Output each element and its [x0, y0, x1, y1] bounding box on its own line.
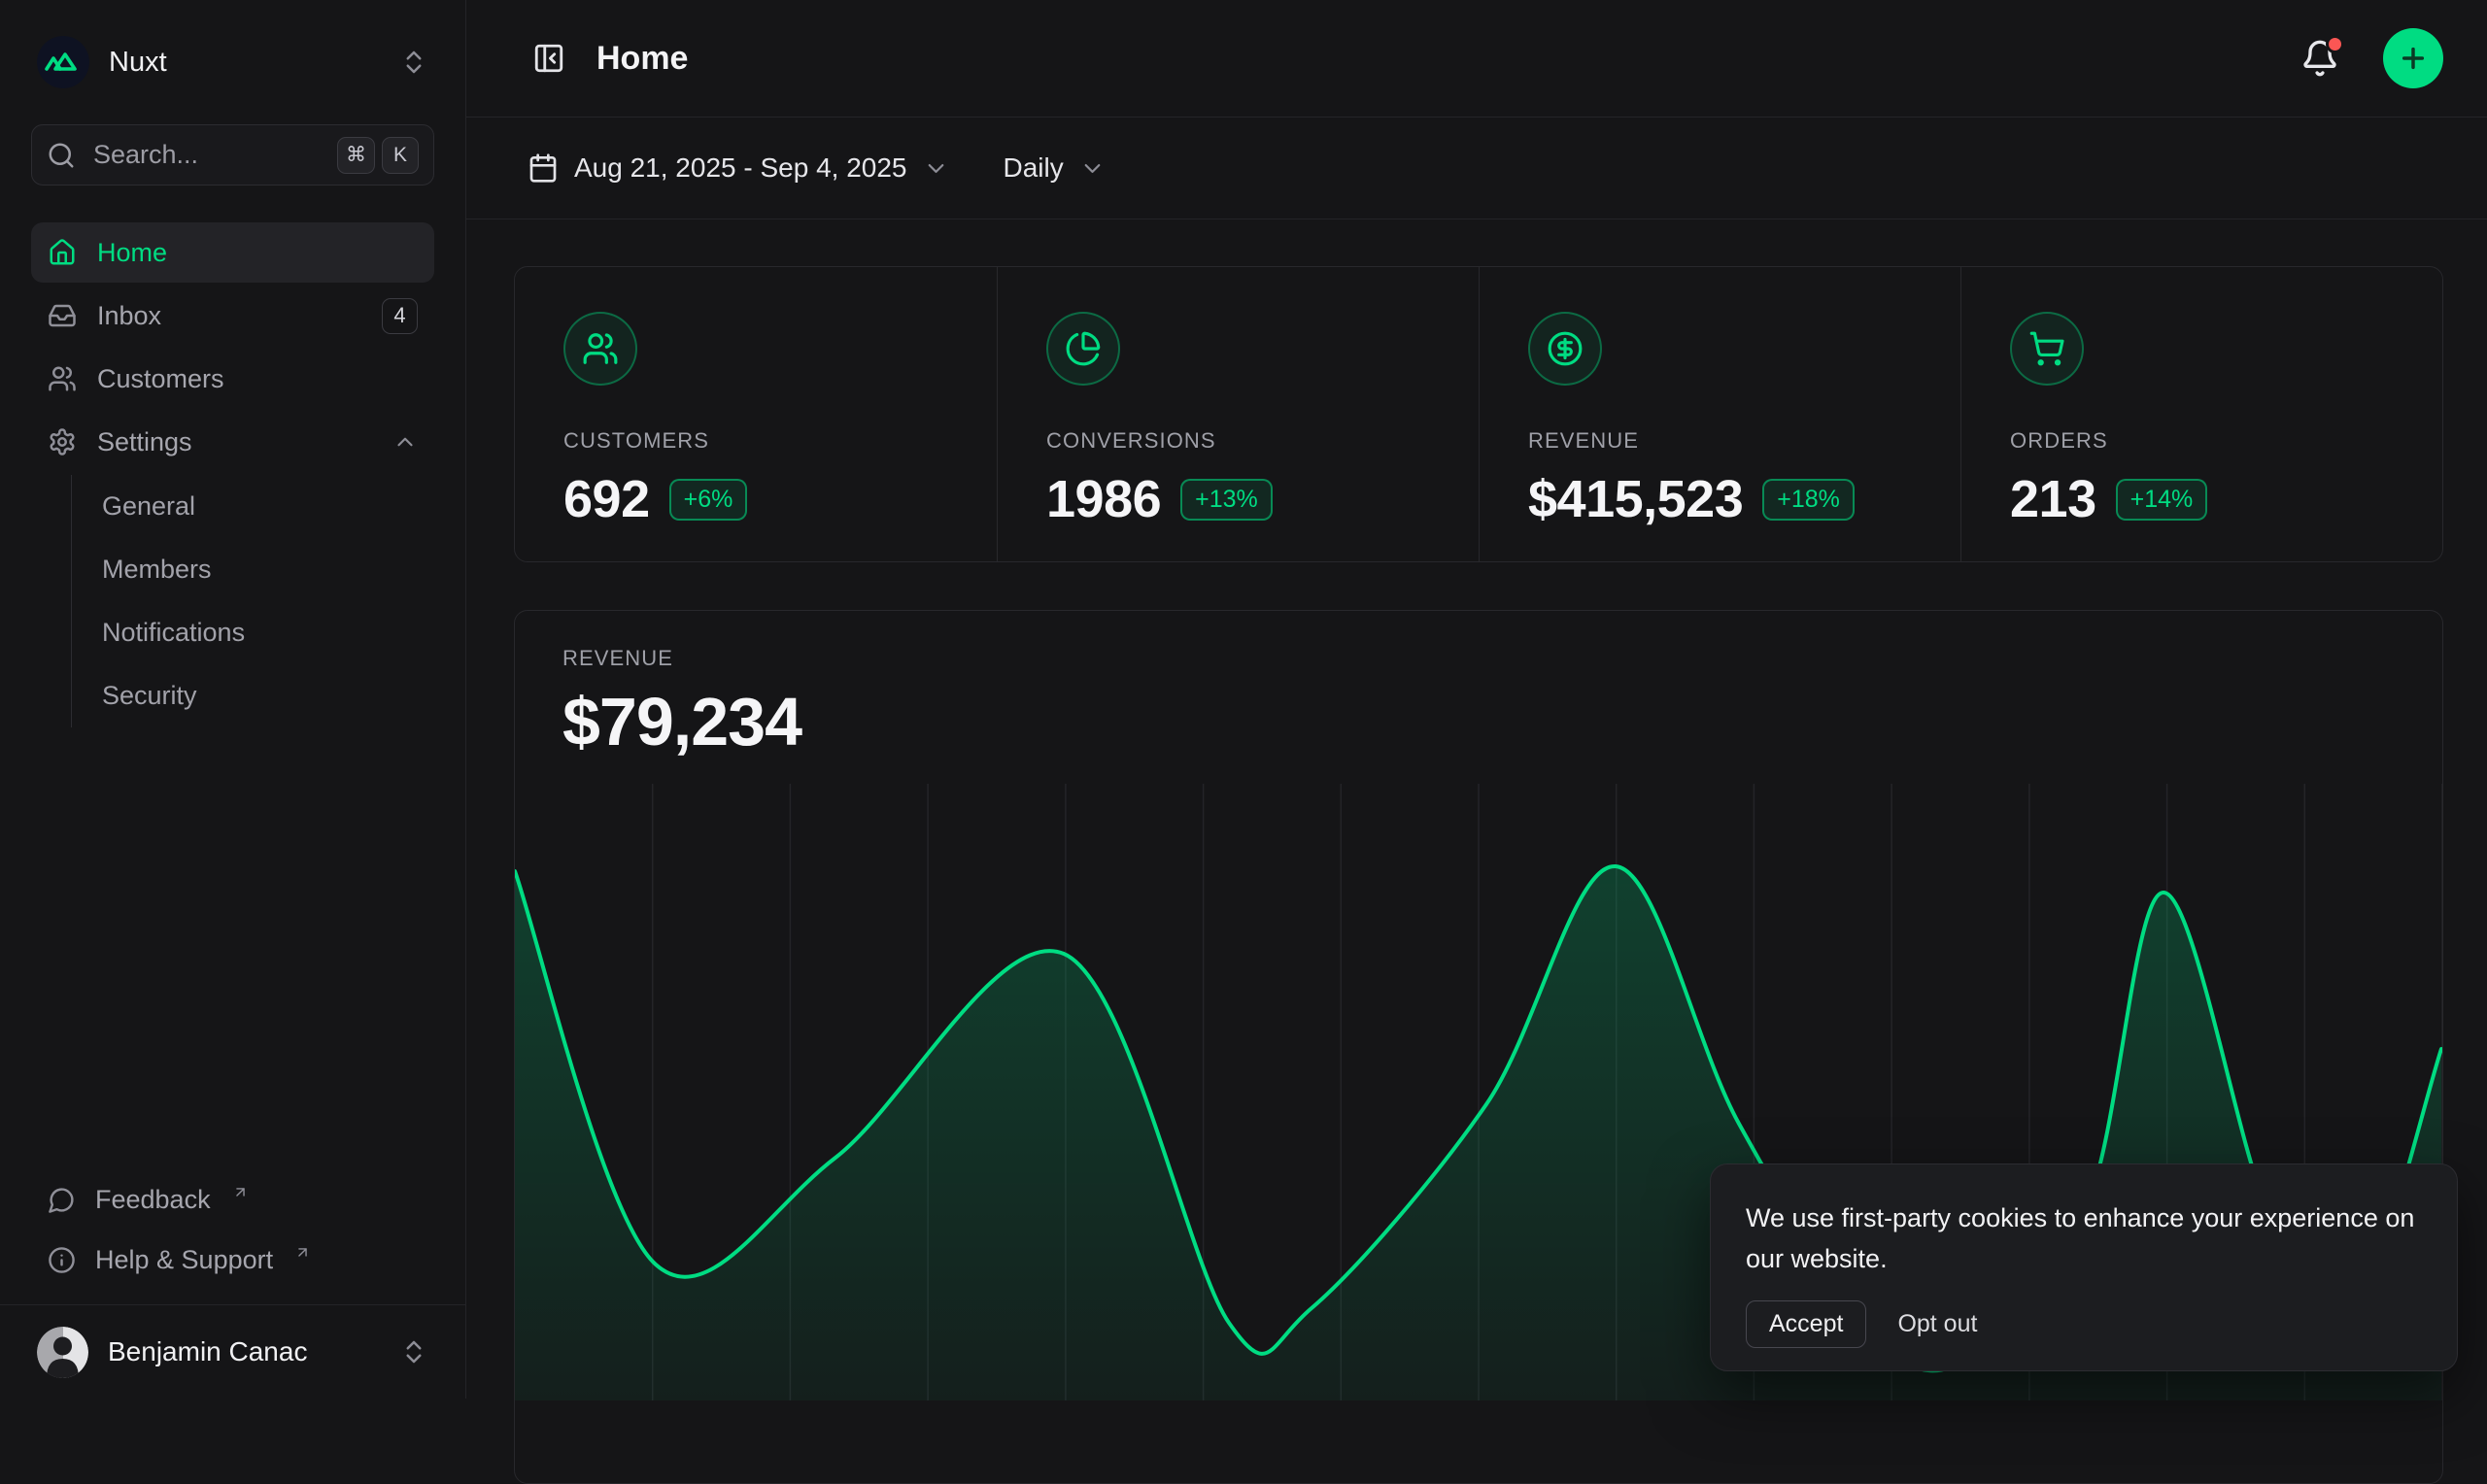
footer-link-label: Feedback	[95, 1185, 211, 1215]
chevron-down-icon	[923, 155, 949, 182]
footer-link-label: Help & Support	[95, 1245, 273, 1275]
cookie-message: We use first-party cookies to enhance yo…	[1746, 1197, 2422, 1279]
notifications-button[interactable]	[2298, 36, 2342, 81]
stat-delta-badge: +13%	[1180, 479, 1273, 521]
collapse-sidebar-button[interactable]	[528, 37, 570, 80]
header-actions	[2298, 28, 2443, 88]
sidebar-item-settings[interactable]: Settings	[31, 412, 434, 472]
search-placeholder: Search...	[93, 140, 320, 170]
sidebar-item-inbox[interactable]: Inbox 4	[31, 286, 434, 346]
interval-select[interactable]: Daily	[1004, 152, 1106, 184]
stat-icon-badge	[1046, 312, 1120, 386]
stat-value: 213	[2010, 469, 2096, 529]
revenue-chart-value: $79,234	[562, 683, 2442, 760]
sidebar: Nuxt Search... ⌘ K Home	[0, 0, 466, 1399]
panel-left-close-icon	[532, 42, 565, 75]
user-menu[interactable]: Benjamin Canac	[31, 1305, 434, 1399]
chevrons-up-down-icon	[399, 48, 428, 77]
arrow-up-right-icon	[294, 1244, 311, 1261]
stats-row: CUSTOMERS 692 +6% CONVERSIONS	[514, 266, 2443, 562]
stat-card-customers[interactable]: CUSTOMERS 692 +6%	[515, 267, 997, 561]
accept-cookies-button[interactable]: Accept	[1746, 1300, 1866, 1348]
revenue-chart-header: REVENUE $79,234	[515, 611, 2442, 760]
settings-sub-nav: General Members Notifications Security	[71, 475, 434, 727]
sub-item-label: Notifications	[102, 618, 245, 648]
sidebar-item-label: Settings	[97, 427, 192, 457]
sub-item-label: Security	[102, 681, 197, 711]
page-header: Home	[466, 0, 2487, 118]
stat-value: $415,523	[1528, 469, 1743, 529]
sidebar-item-security[interactable]: Security	[102, 664, 434, 727]
stat-icon-badge	[1528, 312, 1602, 386]
users-icon	[48, 364, 77, 393]
message-circle-icon	[48, 1186, 76, 1214]
gear-icon	[48, 427, 77, 456]
chevron-down-icon	[1079, 155, 1106, 182]
stat-card-conversions[interactable]: CONVERSIONS 1986 +13%	[997, 267, 1479, 561]
stat-delta-badge: +6%	[669, 479, 748, 521]
info-icon	[48, 1246, 76, 1274]
cookie-banner: We use first-party cookies to enhance yo…	[1710, 1164, 2458, 1371]
feedback-link[interactable]: Feedback	[31, 1172, 434, 1227]
stat-label: CONVERSIONS	[1046, 428, 1459, 454]
sub-item-label: General	[102, 491, 195, 522]
sidebar-item-label: Inbox	[97, 301, 161, 331]
stat-label: REVENUE	[1528, 428, 1941, 454]
search-input[interactable]: Search... ⌘ K	[31, 124, 434, 186]
avatar	[37, 1327, 88, 1378]
inbox-icon	[48, 301, 77, 330]
plus-icon	[2398, 43, 2429, 74]
stat-delta-badge: +18%	[1762, 479, 1855, 521]
kbd-cmd: ⌘	[337, 137, 375, 174]
unread-notification-dot	[2326, 35, 2344, 53]
chevron-up-icon	[392, 429, 418, 455]
stat-value: 692	[563, 469, 650, 529]
chevrons-up-down-icon	[399, 1337, 428, 1366]
sidebar-item-customers[interactable]: Customers	[31, 349, 434, 409]
sidebar-item-members[interactable]: Members	[102, 538, 434, 601]
chart-pie-icon	[1065, 330, 1102, 367]
stat-label: CUSTOMERS	[563, 428, 977, 454]
stat-card-revenue[interactable]: REVENUE $415,523 +18%	[1479, 267, 1960, 561]
interval-value: Daily	[1004, 152, 1064, 184]
stat-value: 1986	[1046, 469, 1161, 529]
stat-card-orders[interactable]: ORDERS 213 +14%	[1960, 267, 2442, 561]
sidebar-item-general[interactable]: General	[102, 475, 434, 538]
cookie-actions: Accept Opt out	[1746, 1300, 2422, 1348]
date-range-value: Aug 21, 2025 - Sep 4, 2025	[574, 152, 907, 184]
help-support-link[interactable]: Help & Support	[31, 1232, 434, 1287]
nuxt-logo-icon	[37, 36, 89, 88]
revenue-chart-label: REVENUE	[562, 646, 2442, 671]
sidebar-item-label: Customers	[97, 364, 224, 394]
sidebar-item-label: Home	[97, 238, 167, 268]
add-button[interactable]	[2383, 28, 2443, 88]
sidebar-item-notifications[interactable]: Notifications	[102, 601, 434, 664]
sidebar-item-home[interactable]: Home	[31, 222, 434, 283]
kbd-k: K	[382, 137, 419, 174]
workspace-name: Nuxt	[109, 47, 167, 79]
shopping-cart-icon	[2028, 330, 2065, 367]
sub-item-label: Members	[102, 555, 212, 585]
circle-dollar-icon	[1547, 330, 1584, 367]
stat-icon-badge	[563, 312, 637, 386]
calendar-icon	[528, 152, 559, 184]
app-window: Nuxt Search... ⌘ K Home	[0, 0, 2487, 1399]
date-range-picker[interactable]: Aug 21, 2025 - Sep 4, 2025	[528, 152, 949, 184]
stat-icon-badge	[2010, 312, 2084, 386]
page-title: Home	[596, 40, 688, 78]
optout-cookies-button[interactable]: Opt out	[1880, 1301, 1994, 1347]
search-icon	[47, 141, 76, 170]
filters-toolbar: Aug 21, 2025 - Sep 4, 2025 Daily	[466, 118, 2487, 219]
users-icon	[582, 330, 619, 367]
arrow-up-right-icon	[232, 1184, 249, 1200]
sidebar-nav: Home Inbox 4 Customers	[31, 222, 434, 727]
inbox-count-badge: 4	[382, 298, 418, 334]
user-name: Benjamin Canac	[108, 1336, 307, 1367]
workspace-switcher[interactable]: Nuxt	[31, 0, 434, 124]
sidebar-footer: Feedback Help & Support	[31, 1172, 434, 1293]
stat-label: ORDERS	[2010, 428, 2423, 454]
stat-delta-badge: +14%	[2116, 479, 2208, 521]
house-icon	[48, 238, 77, 267]
search-shortcut: ⌘ K	[337, 137, 419, 174]
